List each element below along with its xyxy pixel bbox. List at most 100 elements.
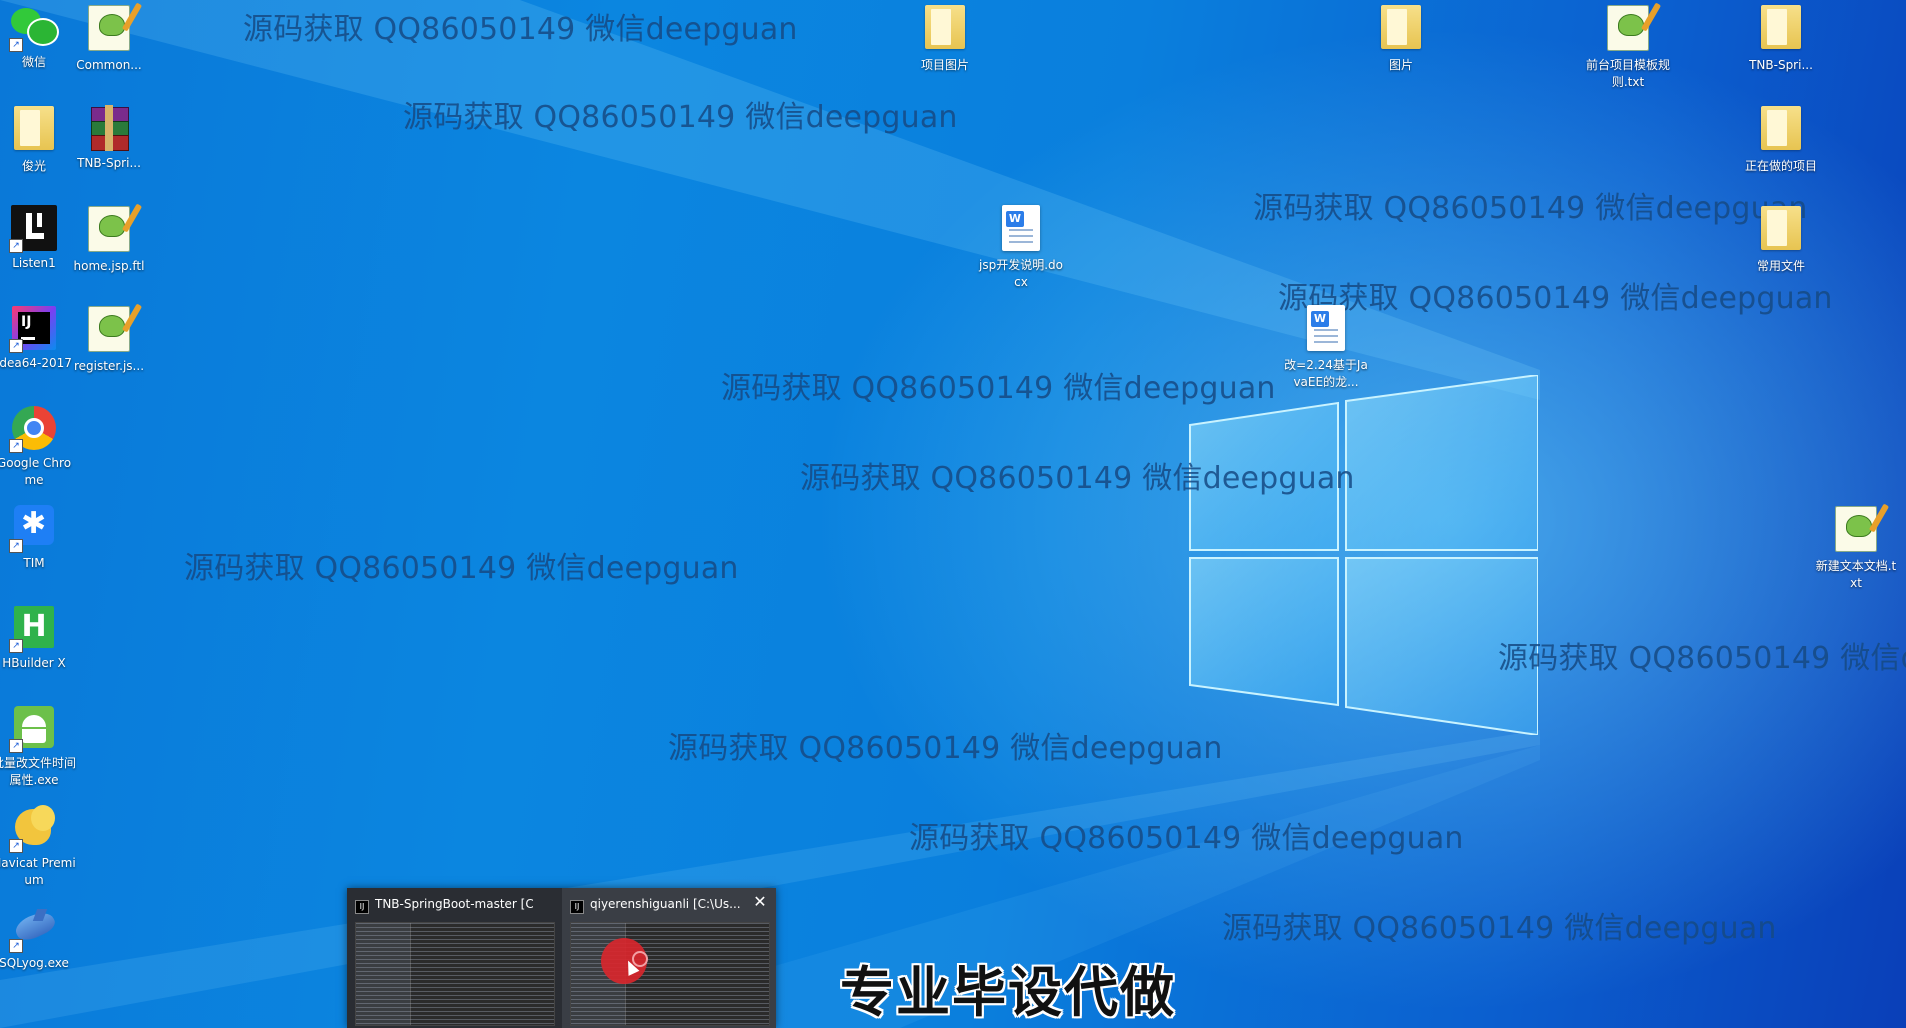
desktop-icon-home-jsp[interactable]: home.jsp.ftl xyxy=(67,203,151,275)
desktop-icon-label: idea64-2017 xyxy=(0,356,72,370)
taskbar-thumbnail-preview: IJ TNB-SpringBoot-master [C:\... IJ qiyere… xyxy=(347,888,776,1028)
folder-icon xyxy=(920,5,970,55)
desktop: { "watermark_text": "源码获取 QQ86050149 微信d… xyxy=(0,0,1906,1028)
window-thumbnail xyxy=(570,922,770,1026)
desktop-icon-sqlyog[interactable]: ↗ SQLyog.exe xyxy=(0,903,76,972)
folder-icon xyxy=(1376,5,1426,55)
windows-logo xyxy=(1189,375,1538,735)
watermark-text: 源码获取 QQ86050149 微信deepguan xyxy=(668,731,1223,766)
hbuilder-icon: H ↗ xyxy=(9,603,59,653)
desktop-icon-register-jsp[interactable]: register.js... xyxy=(67,303,151,375)
desktop-icon-label: 常用文件 xyxy=(1756,259,1805,273)
shortcut-arrow-icon: ↗ xyxy=(9,639,23,653)
shortcut-arrow-icon: ↗ xyxy=(9,439,23,453)
desktop-icon-tnb-folder[interactable]: TNB-Spri... xyxy=(1739,2,1823,74)
tim-icon: ✱ ↗ xyxy=(9,503,59,553)
watermark-text: 源码获取 QQ86050149 微信deepguan xyxy=(184,551,739,586)
desktop-icon-label: TNB-Spri... xyxy=(1749,58,1813,72)
desktop-icon-label: jsp开发说明.docx xyxy=(979,258,1063,289)
desktop-icon-chrome[interactable]: ↗ Google Chrome xyxy=(0,403,76,489)
word-document-icon: W xyxy=(996,205,1046,255)
watermark-text: 源码获取 QQ86050149 微信d xyxy=(1498,641,1906,676)
winrar-archive-icon xyxy=(84,103,134,153)
desktop-icon-label: 项目图片 xyxy=(920,58,969,72)
desktop-icon-label: home.jsp.ftl xyxy=(73,259,145,273)
intellij-idea-icon: IJ ↗ xyxy=(9,303,59,353)
desktop-icon-frontend-rules[interactable]: 前台项目模板规则.txt xyxy=(1586,2,1670,91)
notepad-plus-plus-file-icon xyxy=(1603,2,1662,55)
desktop-icon-label: SQLyog.exe xyxy=(0,956,69,970)
taskbar-preview-window-qiyerenshiguanli[interactable]: IJ qiyerenshiguanli [C:\Us... ✕ xyxy=(562,888,776,1028)
wallpaper-light-beams xyxy=(0,0,1540,1028)
word-document-icon: W xyxy=(1301,305,1351,355)
folder-icon xyxy=(1756,206,1806,256)
desktop-icon-jsp-doc[interactable]: W jsp开发说明.docx xyxy=(979,203,1063,291)
watermark-text: 源码获取 QQ86050149 微信deepguan xyxy=(909,821,1464,856)
preview-window-title: IJ qiyerenshiguanli [C:\Us... xyxy=(570,894,748,914)
desktop-icon-label: 俊光 xyxy=(21,159,46,173)
shortcut-arrow-icon: ↗ xyxy=(9,539,23,553)
sqlyog-dolphin-icon: ↗ xyxy=(9,903,59,953)
folder-icon xyxy=(9,106,59,156)
desktop-icon-hbuilder[interactable]: H ↗ HBuilder X xyxy=(0,603,76,672)
desktop-icon-label: Common... xyxy=(76,58,142,72)
preview-window-title-text: qiyerenshiguanli [C:\Us... xyxy=(590,897,741,911)
desktop-icon-label: Listen1 xyxy=(12,256,56,270)
video-caption: 专业毕设代做 xyxy=(840,961,1176,1024)
shortcut-arrow-icon: ↗ xyxy=(9,939,23,953)
shortcut-arrow-icon: ↗ xyxy=(9,339,23,353)
desktop-icon-label: Navicat Premium xyxy=(0,856,76,887)
desktop-icon-listen1[interactable]: ↗ Listen1 xyxy=(0,203,76,272)
notepad-plus-plus-file-icon xyxy=(84,203,143,256)
desktop-icon-current-project[interactable]: 正在做的项目 xyxy=(1739,103,1823,175)
intellij-idea-icon: IJ xyxy=(355,900,369,914)
desktop-icon-junguang[interactable]: 俊光 xyxy=(0,103,76,175)
desktop-icon-idea[interactable]: IJ ↗ idea64-2017 xyxy=(0,303,76,372)
shortcut-arrow-icon: ↗ xyxy=(9,38,23,52)
desktop-icon-label: TNB-Spri... xyxy=(77,156,141,170)
shortcut-arrow-icon: ↗ xyxy=(9,739,23,753)
shortcut-arrow-icon: ↗ xyxy=(9,839,23,853)
desktop-icon-images[interactable]: 图片 xyxy=(1359,2,1443,74)
desktop-icon-batch-rename[interactable]: ↗ 批量改文件时间属性.exe xyxy=(0,703,76,789)
watermark-text: 源码获取 QQ86050149 微信deepguan xyxy=(1222,911,1777,946)
watermark-text: 源码获取 QQ86050149 微信deepguan xyxy=(403,100,958,135)
taskbar-preview-window-tnb[interactable]: IJ TNB-SpringBoot-master [C:\... xyxy=(347,888,561,1028)
notepad-plus-plus-file-icon xyxy=(1831,503,1890,556)
navicat-icon: ↗ xyxy=(9,803,59,853)
listen1-icon: ↗ xyxy=(9,203,59,253)
watermark-text: 源码获取 QQ86050149 微信deepguan xyxy=(1253,191,1808,226)
desktop-icon-label: 批量改文件时间属性.exe xyxy=(0,756,77,787)
notepad-plus-plus-file-icon xyxy=(84,303,143,356)
folder-icon xyxy=(1756,106,1806,156)
desktop-icon-tnb-rar[interactable]: TNB-Spri... xyxy=(67,103,151,172)
desktop-icon-new-text-doc[interactable]: 新建文本文档.txt xyxy=(1814,503,1898,592)
android-app-icon: ↗ xyxy=(9,703,59,753)
desktop-icon-label: TIM xyxy=(23,556,45,570)
close-preview-button[interactable]: ✕ xyxy=(750,892,770,912)
desktop-icon-wechat[interactable]: ↗ 微信 xyxy=(0,2,76,71)
shortcut-arrow-icon: ↗ xyxy=(9,239,23,253)
desktop-icon-project-images[interactable]: 项目图片 xyxy=(903,2,987,74)
desktop-icon-javaee-doc[interactable]: W 改=2.24基于JavaEE的龙... xyxy=(1284,303,1368,391)
watermark-text: 源码获取 QQ86050149 微信deepguan xyxy=(721,371,1276,406)
desktop-icon-label: HBuilder X xyxy=(2,656,66,670)
watermark-text: 源码获取 QQ86050149 微信deepguan xyxy=(800,461,1355,496)
desktop-icon-label: register.js... xyxy=(73,359,145,373)
desktop-icon-label: 图片 xyxy=(1388,58,1413,72)
notepad-plus-plus-file-icon xyxy=(84,2,143,55)
desktop-icon-label: 新建文本文档.txt xyxy=(1815,559,1897,590)
desktop-icon-label: Google Chrome xyxy=(0,456,72,487)
wechat-icon: ↗ xyxy=(9,2,59,52)
desktop-icon-common[interactable]: Common... xyxy=(67,2,151,74)
desktop-icon-common-files[interactable]: 常用文件 xyxy=(1739,203,1823,275)
preview-window-title: IJ TNB-SpringBoot-master [C:\... xyxy=(355,894,533,914)
folder-icon xyxy=(1756,5,1806,55)
desktop-icon-navicat[interactable]: ↗ Navicat Premium xyxy=(0,803,76,889)
desktop-icon-label: 改=2.24基于JavaEE的龙... xyxy=(1284,358,1368,389)
desktop-icon-label: 正在做的项目 xyxy=(1744,159,1817,173)
desktop-icon-tim[interactable]: ✱ ↗ TIM xyxy=(0,503,76,572)
desktop-icon-label: 前台项目模板规则.txt xyxy=(1586,58,1671,89)
watermark-text: 源码获取 QQ86050149 微信deepguan xyxy=(243,12,798,47)
preview-window-title-text: TNB-SpringBoot-master [C:\... xyxy=(375,897,533,911)
